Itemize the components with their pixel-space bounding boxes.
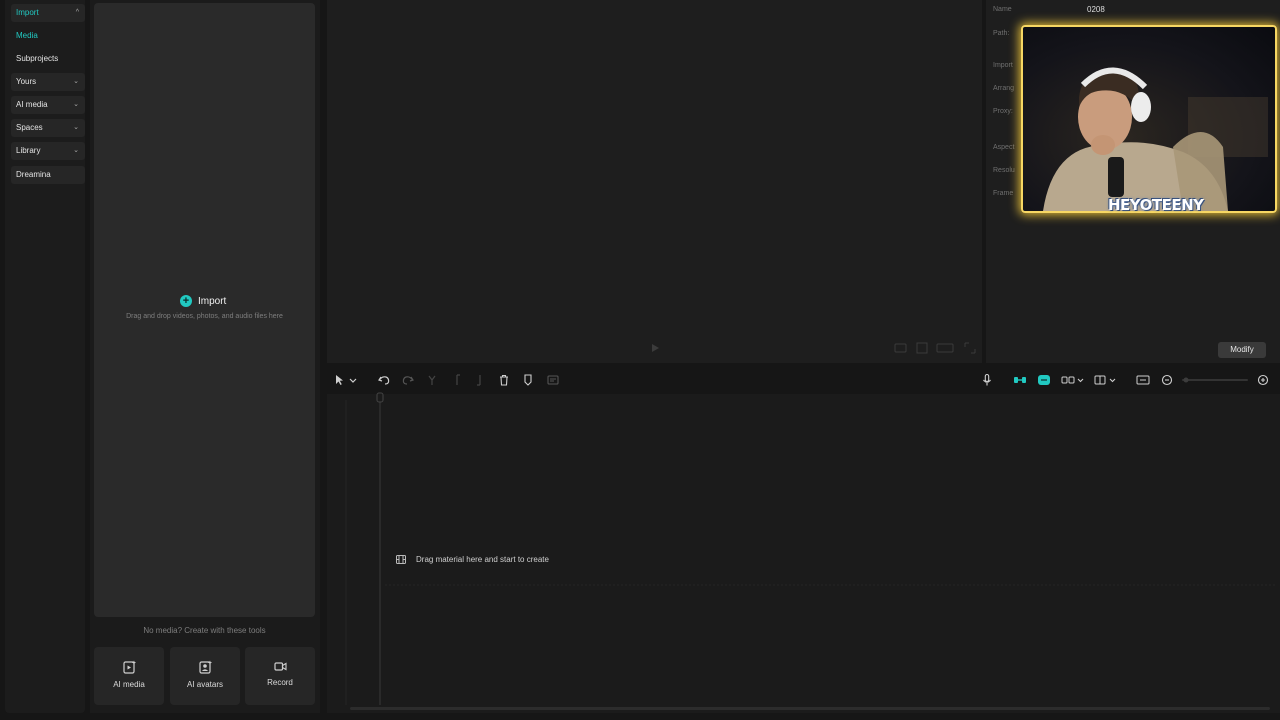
delete-icon[interactable] xyxy=(496,372,512,388)
plus-icon: + xyxy=(180,295,192,307)
left-navigation: Import ^ Media Subprojects Yours ⌄ AI me… xyxy=(5,0,85,713)
detail-label-frame: Frame xyxy=(993,190,1014,197)
chevron-down-icon: ⌄ xyxy=(73,101,79,108)
chevron-down-icon: ⌄ xyxy=(73,147,79,154)
media-drop-hint: Drag and drop videos, photos, and audio … xyxy=(126,313,283,320)
freeze-icon[interactable] xyxy=(545,372,561,388)
marker-icon[interactable] xyxy=(520,372,536,388)
tool-label: Record xyxy=(267,678,293,687)
nav-item-label: Dreamina xyxy=(16,170,51,179)
film-icon xyxy=(396,554,406,564)
nav-item-spaces[interactable]: Spaces ⌄ xyxy=(11,119,85,137)
snap-icon[interactable] xyxy=(1060,372,1086,388)
timeline-drop-hint-label: Drag material here and start to create xyxy=(416,554,549,564)
player-controls xyxy=(652,342,976,354)
nav-item-library[interactable]: Library ⌄ xyxy=(11,142,85,160)
fullscreen-icon xyxy=(964,342,976,354)
detail-label-name: Name xyxy=(993,6,1012,13)
nav-item-media[interactable]: Media xyxy=(11,27,85,45)
detail-label-import: Import xyxy=(993,62,1013,69)
play-icon xyxy=(652,344,659,352)
record-tool-button[interactable]: Record xyxy=(245,647,315,705)
streamer-figure xyxy=(1043,67,1268,211)
nav-item-label: Library xyxy=(16,146,41,155)
nav-item-import[interactable]: Import ^ xyxy=(11,4,85,22)
ai-avatar-icon xyxy=(199,660,213,674)
ai-media-tool-button[interactable]: AI media xyxy=(94,647,164,705)
link-icon[interactable] xyxy=(1012,372,1028,388)
nav-item-yours[interactable]: Yours ⌄ xyxy=(11,73,85,91)
nav-item-label: Yours xyxy=(16,77,37,86)
magnet-icon[interactable] xyxy=(1036,372,1052,388)
undo-icon[interactable] xyxy=(376,372,392,388)
nav-item-subprojects[interactable]: Subprojects xyxy=(11,50,85,68)
zoom-slider[interactable] xyxy=(1182,377,1248,383)
select-arrow-icon[interactable] xyxy=(332,372,360,388)
microphone-icon[interactable] xyxy=(979,372,995,388)
chevron-up-icon: ^ xyxy=(75,9,79,16)
ratio-icon xyxy=(936,343,954,353)
caption-icon[interactable] xyxy=(1135,372,1151,388)
detail-label-path: Path: xyxy=(993,30,1010,37)
quality-icon xyxy=(894,343,907,353)
webcam-overlay xyxy=(1021,25,1277,213)
redo-icon[interactable] xyxy=(400,372,416,388)
detail-label-proxy: Proxy: xyxy=(993,108,1013,115)
modify-button[interactable]: Modify xyxy=(1218,342,1266,358)
no-media-text: No media? Create with these tools xyxy=(143,626,266,635)
zoom-in-icon[interactable] xyxy=(1255,372,1271,388)
preview-player xyxy=(327,0,982,363)
detail-label-aspect: Aspect xyxy=(993,144,1015,151)
detail-name-value: 0208 xyxy=(1087,5,1105,14)
timeline-drop-hint: Drag material here and start to create xyxy=(396,552,549,566)
record-icon xyxy=(274,662,287,671)
ai-avatars-tool-button[interactable]: AI avatars xyxy=(170,647,240,705)
crop-icon xyxy=(916,342,928,354)
nav-item-label: Spaces xyxy=(16,123,43,132)
tool-label: AI media xyxy=(113,680,145,689)
media-drop-area[interactable] xyxy=(94,3,315,617)
ai-media-icon xyxy=(123,660,137,674)
split-icon[interactable] xyxy=(424,372,440,388)
import-label: Import xyxy=(198,295,227,307)
trim-right-icon[interactable] xyxy=(471,372,487,388)
nav-item-ai-media[interactable]: AI media ⌄ xyxy=(11,96,85,114)
detail-label-resolution: Resolu xyxy=(993,167,1015,174)
chevron-down-icon: ⌄ xyxy=(73,78,79,85)
zoom-out-icon[interactable] xyxy=(1159,372,1175,388)
nav-item-label: Subprojects xyxy=(16,54,59,63)
nav-item-label: AI media xyxy=(16,100,48,109)
detail-label-arrange: Arrang xyxy=(993,85,1015,92)
preview-axis-icon[interactable] xyxy=(1093,372,1119,388)
nav-item-label: Import xyxy=(16,8,39,17)
webcam-logo: HEYOTEENY xyxy=(1108,196,1204,214)
import-button[interactable]: + Import xyxy=(180,293,226,309)
tool-label: AI avatars xyxy=(186,680,223,689)
nav-item-dreamina[interactable]: Dreamina xyxy=(11,166,85,184)
chevron-down-icon: ⌄ xyxy=(73,124,79,131)
trim-left-icon[interactable] xyxy=(450,372,466,388)
nav-item-label: Media xyxy=(16,31,38,40)
